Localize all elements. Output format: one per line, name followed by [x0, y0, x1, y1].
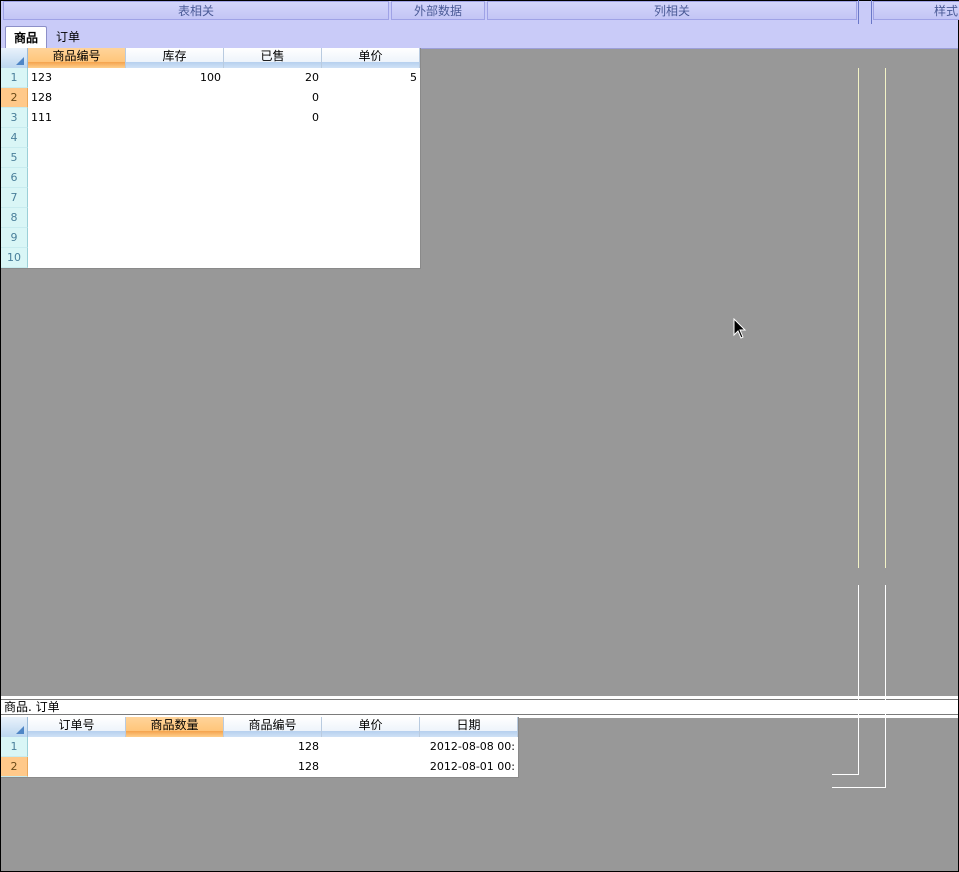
ribbon-group-table[interactable]: 表相关: [3, 1, 389, 20]
row-header[interactable]: 1: [1, 68, 28, 88]
grid-cell[interactable]: 100: [126, 68, 224, 88]
row-header[interactable]: 9: [1, 228, 28, 248]
row-header[interactable]: 8: [1, 208, 28, 228]
grid-cell[interactable]: [126, 737, 224, 757]
grid-cell[interactable]: [126, 88, 224, 108]
row-header[interactable]: 4: [1, 128, 28, 148]
tab-orders[interactable]: 订单: [49, 26, 87, 48]
grid-cell[interactable]: [322, 757, 420, 777]
grid-cell[interactable]: 2012-08-01 00:: [420, 757, 518, 777]
relation-label: 商品. 订单: [4, 700, 60, 714]
column-header[interactable]: 商品编号: [224, 717, 322, 737]
select-all-corner[interactable]: [1, 717, 28, 737]
row-header[interactable]: 3: [1, 108, 28, 128]
relation-bar-outline: [1, 699, 958, 715]
row-header[interactable]: 5: [1, 148, 28, 168]
relation-bar: 商品. 订单: [1, 696, 958, 718]
grid-cell[interactable]: 123: [28, 68, 126, 88]
grid-cell[interactable]: 128: [224, 737, 322, 757]
ribbon-group-style[interactable]: 样式: [873, 1, 959, 20]
grid-cell[interactable]: 2012-08-08 00:: [420, 737, 518, 757]
guide-line: [858, 585, 859, 775]
row-header[interactable]: 1: [1, 737, 28, 757]
row-header[interactable]: 10: [1, 248, 28, 268]
grid-cell[interactable]: 128: [224, 757, 322, 777]
grid-cell[interactable]: [28, 737, 126, 757]
column-header[interactable]: 订单号: [28, 717, 126, 737]
column-header[interactable]: 日期: [420, 717, 518, 737]
grid-cell[interactable]: [322, 88, 420, 108]
column-header[interactable]: 已售: [224, 48, 322, 68]
row-header[interactable]: 2: [1, 757, 28, 777]
guide-line: [858, 0, 859, 24]
grid-cell[interactable]: 0: [224, 88, 322, 108]
grid-cell[interactable]: [322, 108, 420, 128]
grid-cell[interactable]: 20: [224, 68, 322, 88]
product-grid[interactable]: 商品编号 库存 已售 单价 1 123 100 20 5 2 128 0 3 111 0 4 5 6 7 8 9…: [1, 48, 421, 269]
ribbon-bar: 表相关 外部数据 列相关 样式: [1, 1, 959, 23]
guide-line: [885, 68, 886, 568]
row-header[interactable]: 7: [1, 188, 28, 208]
guide-line: [832, 774, 859, 775]
column-header[interactable]: 商品编号: [28, 48, 126, 68]
tab-products[interactable]: 商品: [5, 26, 47, 48]
column-header[interactable]: 商品数量: [126, 717, 224, 737]
guide-line: [885, 585, 886, 788]
guide-line: [871, 0, 872, 24]
grid-cell[interactable]: [126, 108, 224, 128]
guide-line: [832, 787, 886, 788]
guide-line: [858, 68, 859, 568]
ribbon-group-external-data[interactable]: 外部数据: [391, 1, 485, 20]
order-grid[interactable]: 订单号 商品数量 商品编号 单价 日期 1 128 2012-08-08 00: 2 1…: [1, 717, 519, 778]
mouse-cursor-icon: [733, 318, 747, 339]
grid-cell[interactable]: 0: [224, 108, 322, 128]
row-header[interactable]: 2: [1, 88, 28, 108]
ribbon-group-column[interactable]: 列相关: [487, 1, 857, 20]
grid-cell[interactable]: [126, 757, 224, 777]
column-header[interactable]: 单价: [322, 717, 420, 737]
column-header[interactable]: 库存: [126, 48, 224, 68]
column-header[interactable]: 单价: [322, 48, 420, 68]
grid-cell[interactable]: 5: [322, 68, 420, 88]
grid-cell[interactable]: [322, 737, 420, 757]
grid-cell[interactable]: [28, 757, 126, 777]
select-all-corner[interactable]: [1, 48, 28, 68]
sheet-tab-bar: 商品 订单: [1, 22, 958, 49]
grid-cell[interactable]: 111: [28, 108, 126, 128]
grid-cell[interactable]: 128: [28, 88, 126, 108]
row-header[interactable]: 6: [1, 168, 28, 188]
